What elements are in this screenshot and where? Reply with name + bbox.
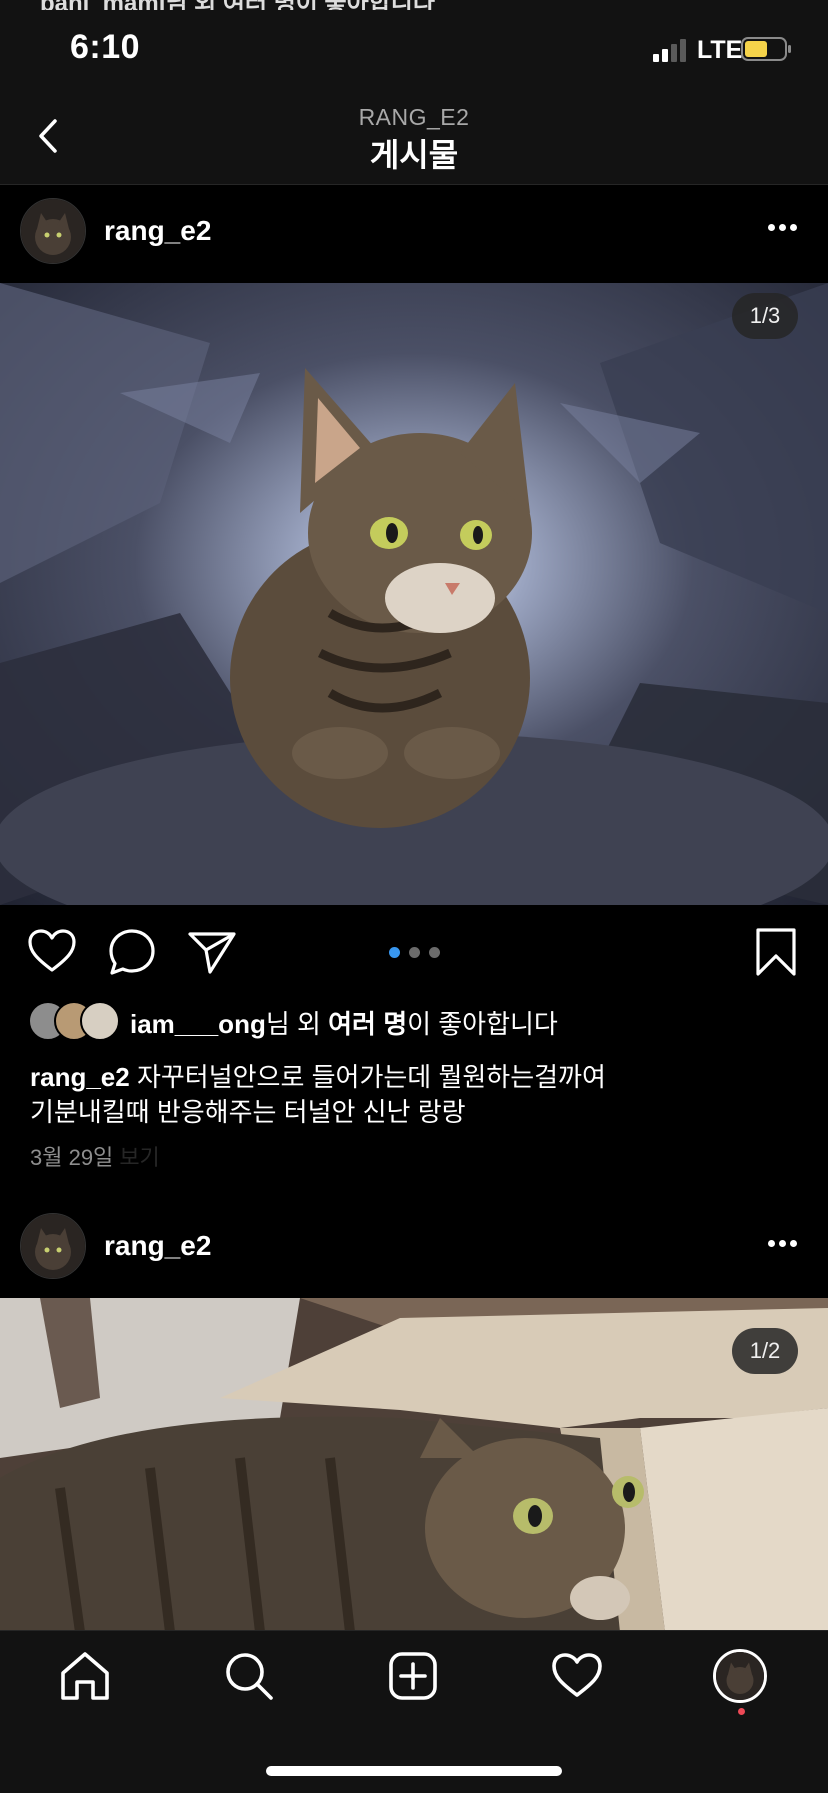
profile-avatar-icon[interactable] [713, 1649, 767, 1703]
caption-text-line1: 자꾸터널안으로 들어가는데 뭘원하는걸까여 [129, 1062, 606, 1092]
cat-avatar-image [716, 1652, 764, 1700]
status-time: 6:10 [70, 28, 141, 66]
post-date: 3월 29일 보기 [30, 1140, 160, 1172]
caption: rang_e2 자꾸터널안으로 들어가는데 뭘원하는걸까여 [30, 1057, 606, 1094]
scrolled-content-peek: bani_mami님 외 여러 명이 좋아합니다 [40, 0, 600, 10]
media-counter-badge: 1/2 [732, 1328, 798, 1374]
bookmark-icon[interactable] [750, 926, 802, 978]
translation-view-link[interactable]: 보기 [119, 1145, 159, 1170]
home-icon[interactable] [58, 1649, 112, 1703]
cat-under-box-image [0, 1298, 828, 1632]
notification-dot [738, 1708, 745, 1715]
carousel-dot [429, 947, 440, 958]
more-horizontal-icon[interactable] [768, 1240, 808, 1252]
more-horizontal-icon[interactable] [768, 224, 808, 236]
liked-by-suffix: 이 좋아합니다 [407, 1009, 558, 1039]
signal-strength-icon [653, 39, 686, 62]
battery-icon [741, 37, 791, 61]
post-avatar[interactable] [20, 198, 86, 264]
comment-bubble-icon[interactable] [106, 926, 158, 978]
liked-by-others[interactable]: 여러 명 [328, 1009, 407, 1039]
network-type: LTE [697, 36, 743, 64]
carousel-dot [409, 947, 420, 958]
caption-text-line2: 기분내킬때 반응해주는 터널안 신난 랑랑 [30, 1097, 466, 1127]
cat-in-tunnel-image [0, 283, 828, 905]
search-icon[interactable] [222, 1649, 276, 1703]
post-avatar[interactable] [20, 1213, 86, 1279]
carousel-dot-active [389, 947, 400, 958]
post-photo[interactable]: 1/3 [0, 283, 828, 905]
liked-by-user[interactable]: iam___ong [130, 1009, 266, 1039]
add-post-icon[interactable] [386, 1649, 440, 1703]
cat-avatar-image [21, 1214, 85, 1278]
liker-avatars[interactable] [28, 1001, 140, 1041]
cat-avatar-image [21, 199, 85, 263]
home-indicator[interactable] [266, 1766, 562, 1776]
media-counter-badge: 1/3 [732, 293, 798, 339]
post-username[interactable]: rang_e2 [104, 215, 211, 247]
top-header: bani_mami님 외 여러 명이 좋아합니다 6:10 LTE RANG_E… [0, 0, 828, 185]
liker-avatar [80, 1001, 120, 1041]
post-photo[interactable]: 1/2 [0, 1298, 828, 1632]
paper-plane-icon[interactable] [186, 926, 238, 978]
heart-icon[interactable] [26, 926, 78, 978]
post-username[interactable]: rang_e2 [104, 1230, 211, 1262]
account-name: RANG_E2 [358, 104, 470, 130]
liked-by-text[interactable]: iam___ong님 외 여러 명이 좋아합니다 [130, 1004, 558, 1041]
caption-username[interactable]: rang_e2 [30, 1062, 130, 1092]
post-date-value: 3월 29일 [30, 1145, 114, 1170]
page-title: 게시물 [369, 137, 459, 173]
liked-by-mid: 님 외 [265, 1009, 329, 1039]
activity-heart-icon[interactable] [550, 1649, 604, 1703]
